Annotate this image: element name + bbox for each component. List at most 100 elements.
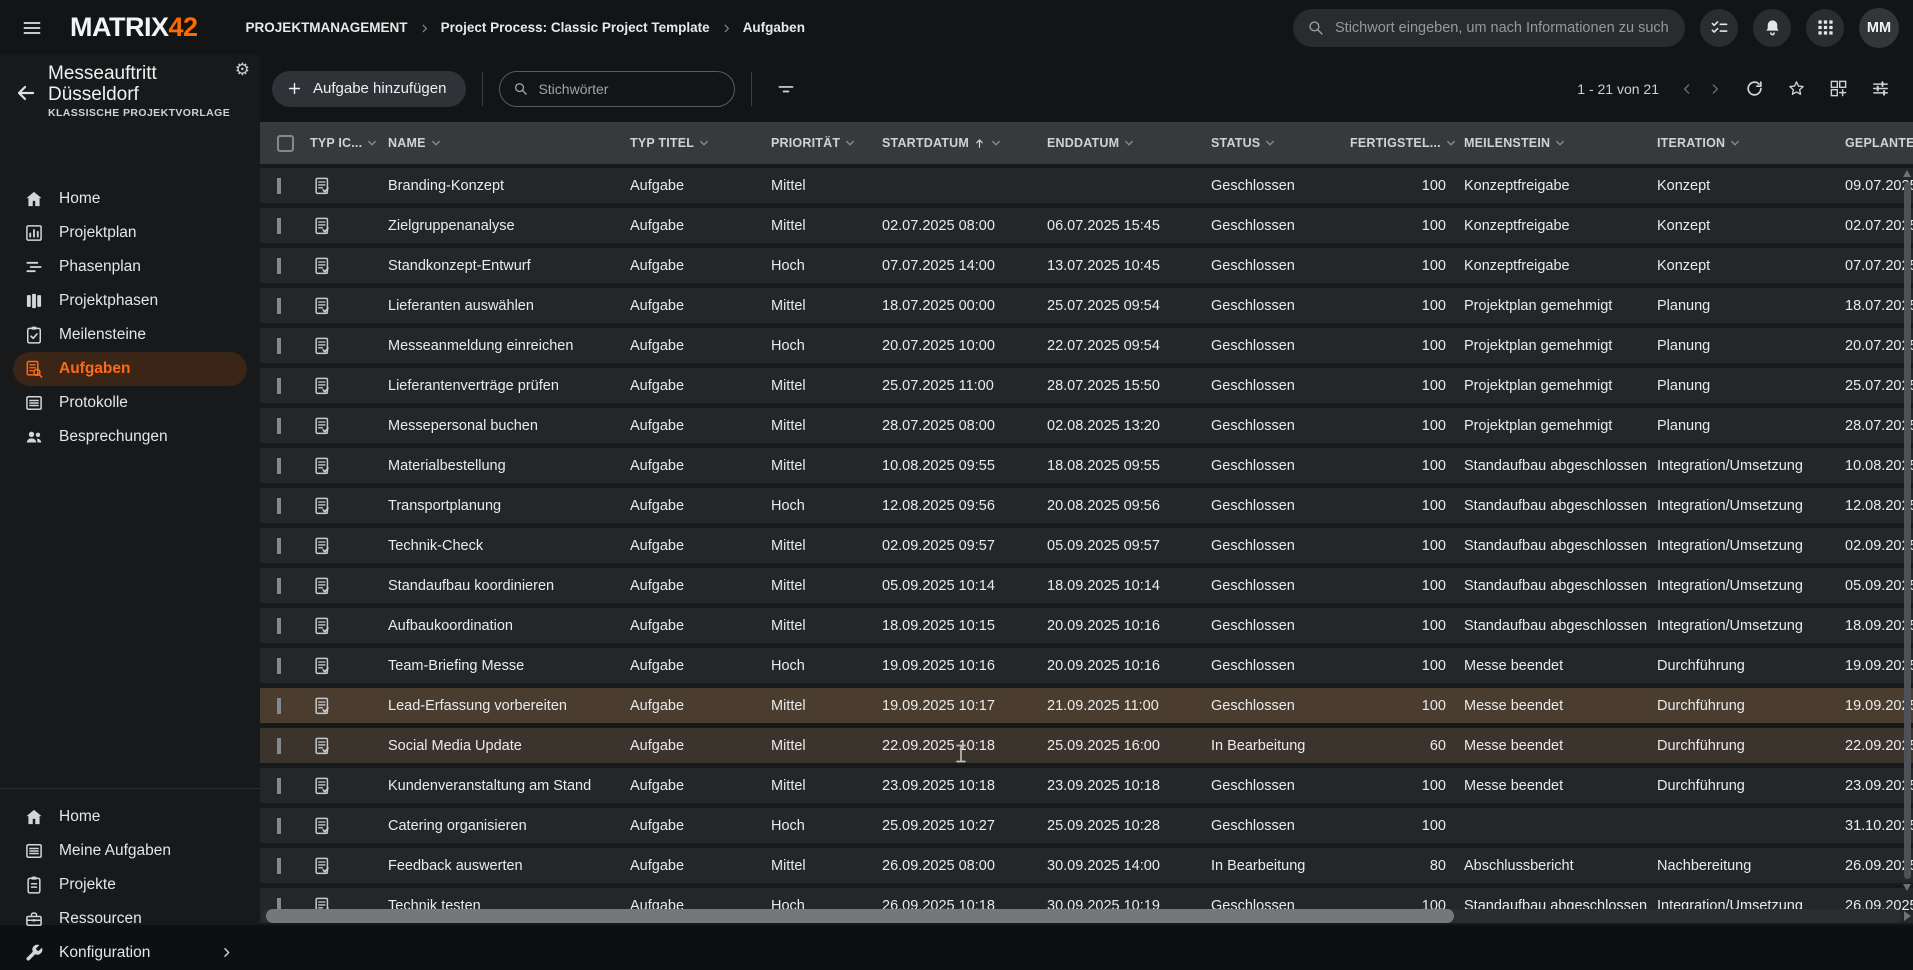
- row-checkbox[interactable]: [277, 498, 281, 514]
- cell-iteration: Integration/Umsetzung: [1653, 458, 1841, 474]
- sidebar-item-projektphasen[interactable]: Projektphasen: [0, 284, 260, 318]
- scroll-down-arrow[interactable]: [1903, 884, 1911, 891]
- col-header-meilenstein[interactable]: MEILENSTEIN: [1460, 136, 1653, 150]
- table-row[interactable]: Messeanmeldung einreichen Aufgabe Hoch 2…: [260, 328, 1913, 363]
- row-checkbox[interactable]: [277, 378, 281, 394]
- tasks-button[interactable]: [1700, 9, 1738, 47]
- cell-iteration: Durchführung: [1653, 778, 1841, 794]
- sidebar-item-meilensteine[interactable]: Meilensteine: [0, 318, 260, 352]
- table-row[interactable]: Technik-Check Aufgabe Mittel 02.09.2025 …: [260, 528, 1913, 563]
- row-checkbox[interactable]: [277, 738, 281, 754]
- back-button[interactable]: [14, 81, 40, 107]
- table-row[interactable]: Lieferanten auswählen Aufgabe Mittel 18.…: [260, 288, 1913, 323]
- page-prev-button[interactable]: [1673, 75, 1701, 103]
- view-settings-button[interactable]: [1863, 72, 1897, 106]
- app-launcher-button[interactable]: [1806, 9, 1844, 47]
- filter-button[interactable]: [768, 71, 804, 107]
- row-checkbox[interactable]: [277, 618, 281, 634]
- cell-enddatum: 28.07.2025 15:50: [1043, 378, 1207, 394]
- page-next-button[interactable]: [1701, 75, 1729, 103]
- table-row[interactable]: Catering organisieren Aufgabe Hoch 25.09…: [260, 808, 1913, 843]
- table-row[interactable]: Aufbaukoordination Aufgabe Mittel 18.09.…: [260, 608, 1913, 643]
- table-row[interactable]: Zielgruppenanalyse Aufgabe Mittel 02.07.…: [260, 208, 1913, 243]
- col-header-enddatum[interactable]: ENDDATUM: [1043, 136, 1207, 150]
- global-search-input[interactable]: [1333, 19, 1671, 37]
- breadcrumb-project-process[interactable]: Project Process: Classic Project Templat…: [441, 20, 710, 35]
- row-checkbox[interactable]: [277, 298, 281, 314]
- row-checkbox[interactable]: [277, 338, 281, 354]
- sidebar-item-label: Meilensteine: [59, 326, 146, 344]
- col-header-startdatum[interactable]: STARTDATUM: [878, 136, 1043, 150]
- sidebar-item-besprechungen[interactable]: Besprechungen: [0, 420, 260, 454]
- table-row[interactable]: Lieferantenverträge prüfen Aufgabe Mitte…: [260, 368, 1913, 403]
- row-checkbox[interactable]: [277, 458, 281, 474]
- cell-typ-titel: Aufgabe: [626, 458, 767, 474]
- sidebar-item-label: Phasenplan: [59, 258, 141, 276]
- table-row[interactable]: Team-Briefing Messe Aufgabe Hoch 19.09.2…: [260, 648, 1913, 683]
- project-nav: Home Projektplan Phasenplan Projektphase…: [0, 182, 260, 454]
- row-checkbox[interactable]: [277, 578, 281, 594]
- horizontal-scrollbar-thumb[interactable]: [266, 909, 1454, 923]
- table-row[interactable]: Lead-Erfassung vorbereiten Aufgabe Mitte…: [260, 688, 1913, 723]
- sidebar-item-protokolle[interactable]: Protokolle: [0, 386, 260, 420]
- vertical-scrollbar-thumb[interactable]: [1904, 182, 1911, 879]
- row-checkbox[interactable]: [277, 858, 281, 874]
- table-toolbar: Aufgabe hinzufügen 1 - 21 von 21: [260, 55, 1913, 122]
- task-icon: [312, 816, 332, 836]
- scroll-up-arrow[interactable]: [1903, 170, 1911, 177]
- refresh-button[interactable]: [1737, 72, 1771, 106]
- breadcrumb-aufgaben[interactable]: Aufgaben: [743, 20, 805, 35]
- row-checkbox[interactable]: [277, 658, 281, 674]
- col-header-iteration[interactable]: ITERATION: [1653, 136, 1841, 150]
- row-checkbox[interactable]: [277, 538, 281, 554]
- row-checkbox[interactable]: [277, 698, 281, 714]
- horizontal-scrollbar[interactable]: [262, 909, 1901, 923]
- table-row[interactable]: Standkonzept-Entwurf Aufgabe Hoch 07.07.…: [260, 248, 1913, 283]
- table-row[interactable]: Feedback auswerten Aufgabe Mittel 26.09.…: [260, 848, 1913, 883]
- col-header-status[interactable]: STATUS: [1207, 136, 1346, 150]
- sidebar-item-konfiguration[interactable]: Konfiguration: [0, 936, 260, 970]
- table-row[interactable]: Materialbestellung Aufgabe Mittel 10.08.…: [260, 448, 1913, 483]
- breadcrumb-projektmanagement[interactable]: PROJEKTMANAGEMENT: [246, 20, 408, 35]
- row-checkbox[interactable]: [277, 818, 281, 834]
- table-row[interactable]: Branding-Konzept Aufgabe Mittel Geschlos…: [260, 168, 1913, 203]
- sidebar-item-ressourcen[interactable]: Ressourcen: [0, 902, 260, 936]
- table-row[interactable]: Kundenveranstaltung am Stand Aufgabe Mit…: [260, 768, 1913, 803]
- sidebar-item-projektplan[interactable]: Projektplan: [0, 216, 260, 250]
- row-checkbox[interactable]: [277, 258, 281, 274]
- row-checkbox[interactable]: [277, 778, 281, 794]
- col-header-typ-titel[interactable]: TYP TITEL: [626, 136, 767, 150]
- cell-meilenstein: Messe beendet: [1460, 658, 1653, 674]
- col-header-typ-icon[interactable]: TYP IC...: [306, 136, 384, 150]
- table-row[interactable]: Standaufbau koordinieren Aufgabe Mittel …: [260, 568, 1913, 603]
- sidebar-item-global-home[interactable]: Home: [0, 800, 260, 834]
- select-all-checkbox[interactable]: [277, 135, 294, 152]
- row-checkbox[interactable]: [277, 178, 281, 194]
- table-row[interactable]: Social Media Update Aufgabe Mittel 22.09…: [260, 728, 1913, 763]
- scroll-right-arrow[interactable]: [1904, 911, 1911, 921]
- project-settings-gear-icon[interactable]: ⚙: [235, 61, 250, 78]
- matrix42-logo[interactable]: MATRIX42: [70, 12, 198, 43]
- hamburger-menu-button[interactable]: [12, 8, 52, 48]
- table-row[interactable]: Messepersonal buchen Aufgabe Mittel 28.0…: [260, 408, 1913, 443]
- notifications-button[interactable]: [1753, 9, 1791, 47]
- col-header-prioritaet[interactable]: PRIORITÄT: [767, 136, 878, 150]
- user-avatar[interactable]: MM: [1859, 8, 1899, 48]
- cell-iteration: Integration/Umsetzung: [1653, 618, 1841, 634]
- sidebar-item-meine-aufgaben[interactable]: Meine Aufgaben: [0, 834, 260, 868]
- row-checkbox[interactable]: [277, 218, 281, 234]
- table-row[interactable]: Transportplanung Aufgabe Hoch 12.08.2025…: [260, 488, 1913, 523]
- add-task-button[interactable]: Aufgabe hinzufügen: [272, 71, 466, 107]
- col-header-fertigstellung[interactable]: FERTIGSTEL...: [1346, 136, 1460, 150]
- sidebar-item-projekte[interactable]: Projekte: [0, 868, 260, 902]
- col-header-name[interactable]: NAME: [384, 136, 626, 150]
- add-widget-button[interactable]: [1821, 72, 1855, 106]
- keyword-search-input[interactable]: [536, 80, 721, 98]
- sidebar-item-phasenplan[interactable]: Phasenplan: [0, 250, 260, 284]
- row-checkbox[interactable]: [277, 418, 281, 434]
- cell-prioritaet: Mittel: [767, 418, 878, 434]
- favorite-button[interactable]: [1779, 72, 1813, 106]
- col-header-geplante[interactable]: GEPLANTE: [1841, 136, 1913, 150]
- sidebar-item-aufgaben[interactable]: Aufgaben: [13, 352, 247, 386]
- sidebar-item-home[interactable]: Home: [0, 182, 260, 216]
